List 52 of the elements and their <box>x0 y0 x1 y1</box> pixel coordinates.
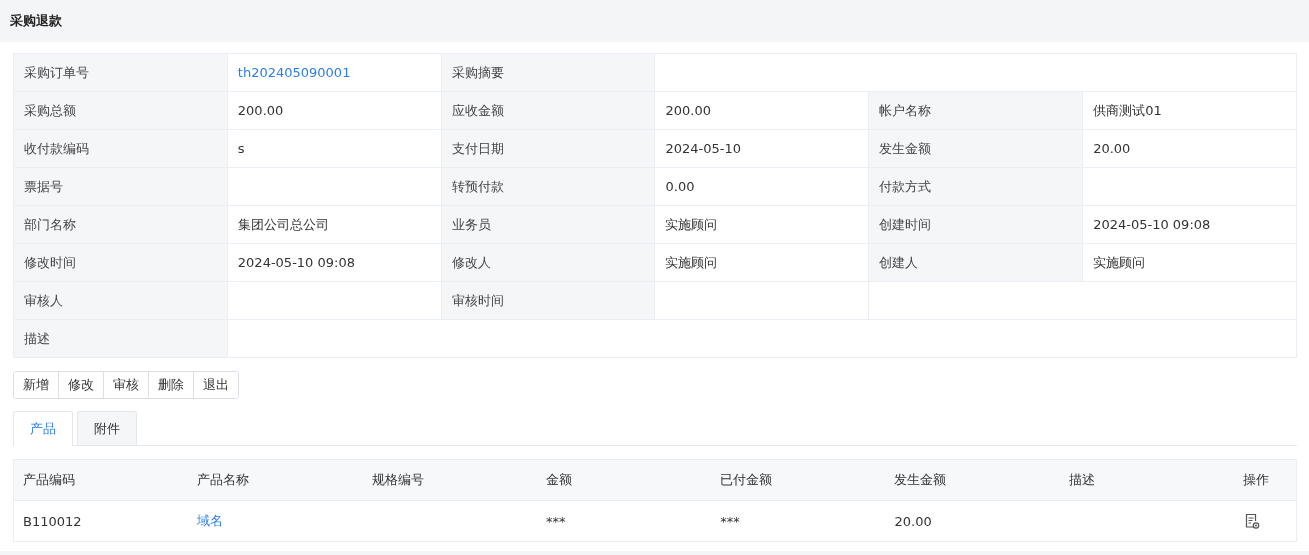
field-label: 付款方式 <box>869 168 1084 206</box>
field-value: 20.00 <box>1083 130 1297 168</box>
field-label: 描述 <box>14 320 228 358</box>
tab[interactable]: 附件 <box>77 411 137 445</box>
field-label: 修改时间 <box>14 244 228 282</box>
column-header: 金额 <box>544 471 573 489</box>
column-header: 已付金额 <box>719 471 774 489</box>
field-label: 转预付款 <box>441 168 656 206</box>
field-label: 票据号 <box>14 168 228 206</box>
field-value: 实施顾问 <box>655 244 870 282</box>
field-label: 部门名称 <box>14 206 228 244</box>
field-value: 2024-05-10 09:08 <box>227 244 442 282</box>
tab[interactable]: 产品 <box>13 411 73 446</box>
column-header: 产品名称 <box>196 471 251 489</box>
table-cell: *** <box>545 513 566 529</box>
table-cell: *** <box>720 513 740 529</box>
field-label: 采购总额 <box>14 92 228 130</box>
field-label: 帐户名称 <box>869 92 1084 130</box>
field-value: 实施顾问 <box>1083 244 1297 282</box>
field-label: 采购摘要 <box>441 54 656 92</box>
field-label: 创建时间 <box>869 206 1084 244</box>
field-label: 支付日期 <box>441 130 656 168</box>
field-value: 0.00 <box>655 168 870 206</box>
page-title: 采购退款 <box>10 12 62 30</box>
field-value: 2024-05-10 <box>655 130 870 168</box>
field-value: 200.00 <box>227 92 442 130</box>
field-value: 供商测试01 <box>1083 92 1297 130</box>
field-label: 发生金额 <box>869 130 1084 168</box>
column-header: 发生金额 <box>893 471 948 489</box>
field-label: 业务员 <box>441 206 656 244</box>
table-cell: 20.00 <box>894 513 932 529</box>
field-label: 收付款编码 <box>14 130 228 168</box>
table-cell: B110012 <box>23 513 82 529</box>
toolbar-button[interactable]: 新增 <box>14 372 59 398</box>
column-header: 描述 <box>1067 471 1096 489</box>
column-header: 操作 <box>1242 471 1271 489</box>
field-value: 200.00 <box>655 92 870 130</box>
column-header: 规格编号 <box>370 471 425 489</box>
product-link[interactable]: 域名 <box>197 512 224 530</box>
view-document-icon[interactable] <box>1243 512 1262 530</box>
field-value: 集团公司总公司 <box>227 206 442 244</box>
field-value: 2024-05-10 09:08 <box>1083 206 1297 244</box>
column-header: 产品编码 <box>22 471 76 489</box>
order-link[interactable]: th202405090001 <box>227 54 442 92</box>
field-label: 应收金额 <box>441 92 656 130</box>
field-label: 采购订单号 <box>14 54 228 92</box>
field-label: 审核时间 <box>441 282 656 320</box>
field-label: 审核人 <box>14 282 228 320</box>
field-label: 创建人 <box>869 244 1084 282</box>
field-label: 修改人 <box>441 244 656 282</box>
field-value: 实施顾问 <box>655 206 870 244</box>
field-value: s <box>227 130 442 168</box>
